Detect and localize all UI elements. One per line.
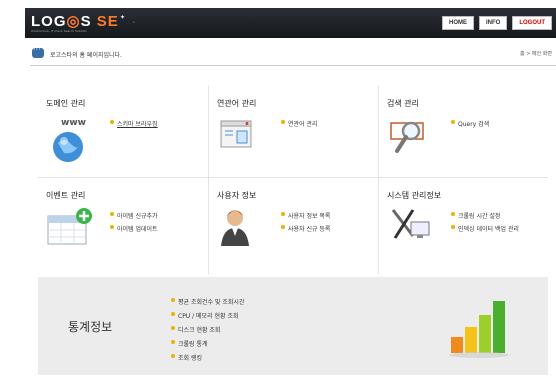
logout-button[interactable]: LOGOUT: [512, 16, 552, 30]
link-item-add[interactable]: 아이템 신규추가: [110, 211, 158, 220]
logo-text: LOG: [31, 13, 67, 30]
event-section: 이벤트 관리 아이템 신규추가 아이템 업데이트: [38, 178, 208, 274]
stats-links: 평균 조회건수 및 조회시간 CPU / 메모리 현황 조회 디스크 현황 조회…: [171, 297, 244, 367]
home-button[interactable]: HOME: [441, 16, 474, 30]
logo-se: SE: [96, 13, 119, 30]
info-button[interactable]: INFO: [478, 16, 508, 30]
link-item-update[interactable]: 아이템 업데이트: [110, 224, 158, 233]
magnifier-icon: [390, 121, 424, 153]
domain-section: 도메인 관리 www 스키마 브라우징: [38, 86, 208, 178]
section-title: 시스템 관리정보: [387, 191, 442, 200]
link-crawl-time[interactable]: 크롤링 시간 설정: [451, 211, 519, 220]
link-schema-browse[interactable]: 스키마 브라우징: [110, 119, 158, 128]
globe-icon: www: [53, 118, 86, 162]
breadcrumb: 홈 > 메인 화면: [520, 51, 552, 57]
link-crawl-stats[interactable]: 크롤링 통계: [171, 339, 244, 348]
search-section: 검색 관리 Query 검색: [378, 86, 548, 178]
chat-bubble-icon: [32, 45, 44, 58]
link-query-search[interactable]: Query 검색: [451, 119, 489, 128]
menu-grid: 도메인 관리 www 스키마 브라우징 연관어 관리 연관어 관리 검색 관리: [38, 86, 556, 278]
link-query-rank[interactable]: 조회 랭킹: [171, 353, 244, 362]
section-links: 아이템 신규추가 아이템 업데이트: [110, 211, 158, 237]
sparkle-icon: ✦: [120, 14, 126, 21]
link-user-list[interactable]: 사용자 정보 목록: [281, 211, 330, 220]
user-section: 사용자 정보 사용자 정보 목록 사용자 신규 등록: [208, 178, 378, 274]
link-index-backup[interactable]: 인덱싱 데이터 백업 관리: [451, 224, 519, 233]
welcome-message: 로고스타의 홈 페이지입니다.: [50, 52, 122, 59]
logo-s: S: [80, 13, 92, 30]
sparkle-icon: •: [133, 20, 135, 24]
welcome-bar: 로고스타의 홈 페이지입니다. 홈 > 메인 화면: [30, 42, 556, 66]
window-icon: [220, 120, 252, 148]
calendar-add-icon: [47, 208, 92, 245]
section-links: 사용자 정보 목록 사용자 신규 등록: [281, 211, 330, 237]
section-links: 연관어 관리: [281, 119, 318, 132]
tools-icon: [391, 209, 430, 239]
section-title: 도메인 관리: [46, 99, 86, 108]
related-words-section: 연관어 관리 연관어 관리: [208, 86, 378, 178]
stats-panel: 통계정보 평균 조회건수 및 조회시간 CPU / 메모리 현황 조회 디스크 …: [38, 277, 548, 375]
section-title: 사용자 정보: [217, 191, 257, 200]
section-title: 검색 관리: [387, 99, 419, 108]
link-avg-query[interactable]: 평균 조회건수 및 조회시간: [171, 297, 244, 306]
link-disk[interactable]: 디스크 현황 조회: [171, 325, 244, 334]
user-icon: [221, 210, 249, 246]
section-title: 연관어 관리: [217, 99, 257, 108]
stats-title: 통계정보: [68, 320, 113, 334]
top-nav: HOME INFO LOGOUT: [441, 16, 552, 30]
logo-tagline: Unstructure, IT Quick Search Solution: [31, 29, 88, 33]
section-links: Query 검색: [451, 119, 489, 132]
section-links: 크롤링 시간 설정 인덱싱 데이터 백업 관리: [451, 211, 519, 237]
bar-chart-icon: [449, 301, 509, 358]
logo-o: ◎: [66, 13, 81, 30]
link-user-register[interactable]: 사용자 신규 등록: [281, 224, 330, 233]
section-links: 스키마 브라우징: [110, 119, 158, 132]
link-related-words[interactable]: 연관어 관리: [281, 119, 318, 128]
system-section: 시스템 관리정보 크롤링 시간 설정 인덱싱 데이터 백업 관리: [378, 178, 548, 274]
svg-text:www: www: [61, 118, 86, 128]
logo[interactable]: LOG◎S SE: [31, 12, 119, 30]
section-title: 이벤트 관리: [46, 191, 86, 200]
link-cpu-memory[interactable]: CPU / 메모리 현황 조회: [171, 311, 244, 320]
top-header: LOG◎S SE Unstructure, IT Quick Search So…: [25, 8, 556, 38]
